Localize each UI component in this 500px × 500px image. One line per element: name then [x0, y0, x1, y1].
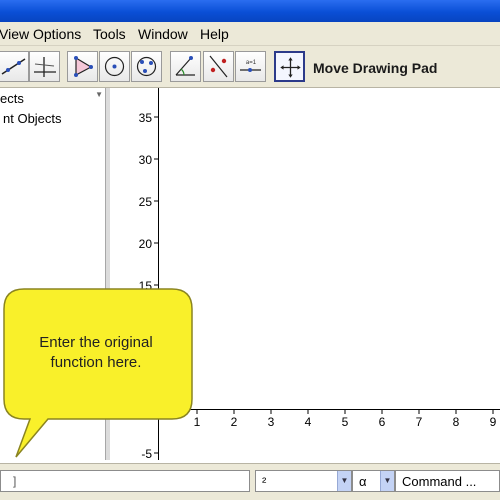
input-bar: ] ² ▼ α ▼ Command ... [0, 463, 500, 500]
line-tool-icon [1, 58, 26, 75]
conic-tool-button[interactable] [131, 51, 162, 82]
y-tick-label: 25 [139, 195, 153, 209]
circle-tool-icon [104, 56, 125, 77]
menu-tools[interactable]: Tools [93, 26, 126, 42]
x-tick-label: 3 [268, 415, 275, 429]
x-tick-label: 4 [305, 415, 312, 429]
reflect-tool-button[interactable] [203, 51, 234, 82]
x-tick-label: 9 [490, 415, 497, 429]
slider-tool-button[interactable]: a=1 [235, 51, 266, 82]
symbol-combo[interactable]: ² ▼ [255, 470, 352, 492]
callout-line-1: Enter the original [39, 334, 153, 351]
callout-line-2: function here. [50, 354, 142, 371]
x-tick-label: 8 [453, 415, 460, 429]
callout-text: Enter the original function here. [20, 333, 172, 373]
svg-text:a=1: a=1 [246, 60, 257, 66]
y-tick-label: 30 [139, 153, 153, 167]
x-tick-label: 5 [342, 415, 349, 429]
circle-tool-button[interactable] [99, 51, 130, 82]
move-drawing-pad-icon [280, 57, 301, 78]
chevron-down-icon[interactable]: ▼ [337, 471, 351, 491]
line-tool-button[interactable] [0, 51, 29, 82]
menu-bar: View Options Tools Window Help [0, 22, 500, 46]
x-tick-label: 7 [416, 415, 423, 429]
slider-tool-icon: a=1 [240, 60, 261, 72]
algebra-folder-objects[interactable]: ects [0, 91, 24, 106]
active-tool-title: Move Drawing Pad [313, 60, 438, 76]
x-tick-label: 2 [231, 415, 238, 429]
panel-menu-arrow-icon[interactable]: ▼ [95, 90, 103, 99]
x-tick-label: 6 [379, 415, 386, 429]
chevron-down-icon[interactable]: ▼ [380, 471, 394, 491]
angle-tool-icon [175, 56, 195, 76]
y-tick-label: 20 [139, 237, 153, 251]
window-title-bar [0, 0, 500, 22]
command-combo[interactable]: Command ... [395, 470, 500, 492]
greek-letter-combo[interactable]: α ▼ [352, 470, 395, 492]
conic-tool-icon [136, 56, 157, 77]
greek-letter-combo-value: α [359, 474, 367, 489]
angle-tool-button[interactable] [170, 51, 201, 82]
algebra-folder-dependent-objects[interactable]: nt Objects [3, 111, 62, 126]
polygon-tool-icon [74, 56, 93, 77]
y-tick-label: 35 [139, 111, 153, 125]
reflect-tool-icon [209, 55, 228, 78]
command-combo-value: Command ... [402, 474, 477, 489]
menu-view[interactable]: View [0, 26, 29, 42]
perpendicular-tool-icon [34, 57, 56, 77]
menu-options[interactable]: Options [33, 26, 81, 42]
move-drawing-pad-button[interactable] [274, 51, 305, 82]
menu-help[interactable]: Help [200, 26, 229, 42]
polygon-tool-button[interactable] [67, 51, 98, 82]
x-axis-ticks: 1 2 3 4 5 6 7 8 9 [194, 410, 497, 429]
menu-window[interactable]: Window [138, 26, 188, 42]
toolbar: a=1 Move Drawing Pad [0, 46, 500, 88]
symbol-combo-value: ² [262, 474, 267, 489]
perpendicular-tool-button[interactable] [29, 51, 60, 82]
instruction-callout: Enter the original function here. [0, 285, 200, 460]
input-field[interactable]: ] [0, 470, 250, 492]
